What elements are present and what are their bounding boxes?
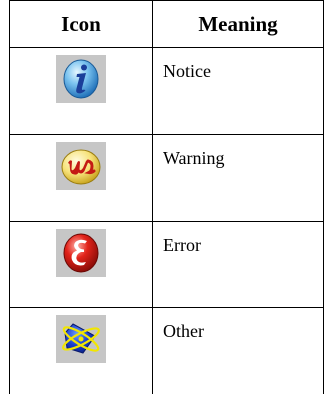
header-icon: Icon	[9, 0, 153, 48]
table-header-row: Icon Meaning	[9, 0, 324, 48]
table-row: Other	[9, 307, 324, 394]
icon-cell	[9, 220, 153, 309]
header-meaning: Meaning	[152, 0, 324, 48]
other-atom-icon	[56, 315, 106, 364]
table-row: Error	[9, 220, 324, 309]
warning-icon	[56, 141, 106, 190]
meaning-text: Notice	[163, 61, 211, 81]
meaning-cell: Notice	[152, 47, 324, 135]
meaning-cell: Other	[152, 307, 324, 394]
meaning-cell: Warning	[152, 133, 324, 222]
error-icon	[56, 228, 106, 277]
meaning-text: Error	[163, 234, 201, 255]
table-row: Warning	[9, 133, 324, 222]
meaning-text: Other	[163, 321, 204, 342]
icon-cell	[9, 133, 153, 222]
table-row: Notice	[9, 47, 324, 135]
meaning-cell: Error	[152, 220, 324, 309]
info-icon	[56, 55, 106, 103]
icon-cell	[9, 307, 153, 394]
icon-cell	[9, 47, 153, 135]
icon-meaning-table: Icon Meaning Notice Warning Error Other	[9, 0, 324, 394]
meaning-text: Warning	[163, 147, 225, 168]
